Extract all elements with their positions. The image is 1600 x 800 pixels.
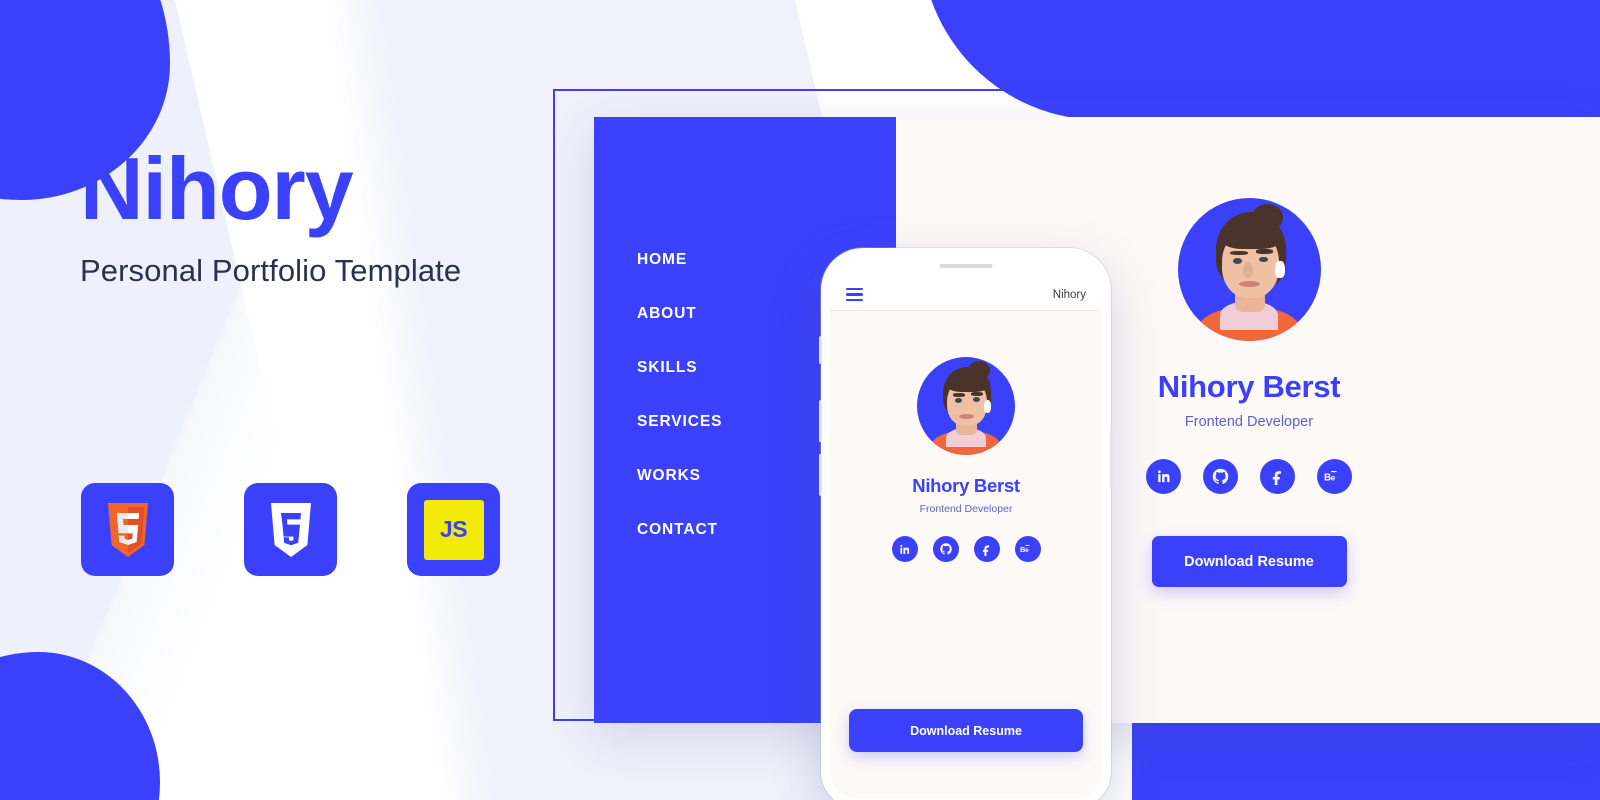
phone-screen: Nihory Nihory Berst Frontend Developer B… xyxy=(830,257,1102,799)
phone-notch xyxy=(898,257,1034,282)
tech-badge-row: JS xyxy=(81,483,500,576)
page-subtitle: Personal Portfolio Template xyxy=(80,253,462,288)
band-bottom-right xyxy=(1132,723,1600,800)
css3-badge xyxy=(244,483,337,576)
svg-text:e: e xyxy=(1331,472,1336,482)
facebook-icon[interactable] xyxy=(973,536,1000,562)
linkedin-icon[interactable] xyxy=(891,536,918,562)
avatar xyxy=(1177,198,1321,341)
behance-icon[interactable]: B e xyxy=(1317,459,1352,494)
github-icon[interactable] xyxy=(1203,459,1238,494)
phone-brand-label: Nihory xyxy=(1052,289,1086,301)
phone-power-button[interactable] xyxy=(1110,426,1113,488)
phone-mockup: Nihory Nihory Berst Frontend Developer B… xyxy=(819,248,1113,800)
phone-volume-down-button[interactable] xyxy=(819,454,822,496)
download-resume-button[interactable]: Download Resume xyxy=(1151,536,1347,587)
js-badge: JS xyxy=(407,483,500,576)
svg-text:e: e xyxy=(1025,547,1029,554)
poster-canvas: Nihory Personal Portfolio Template JS HO… xyxy=(0,0,1600,800)
profile-role: Frontend Developer xyxy=(1184,414,1314,430)
avatar xyxy=(917,357,1015,455)
phone-volume-up-button[interactable] xyxy=(819,400,822,442)
html5-badge xyxy=(81,483,174,576)
phone-mute-switch[interactable] xyxy=(819,336,822,364)
github-icon[interactable] xyxy=(932,536,959,562)
facebook-icon[interactable] xyxy=(1260,459,1295,494)
hero-copy: Nihory Personal Portfolio Template xyxy=(80,145,510,291)
phone-profile-block: Nihory Berst Frontend Developer B e xyxy=(830,357,1102,562)
behance-icon[interactable]: B e xyxy=(1014,536,1041,562)
page-title: Nihory xyxy=(80,139,354,238)
download-resume-button[interactable]: Download Resume xyxy=(849,709,1083,752)
social-links: B e xyxy=(1146,459,1352,494)
social-links: B e xyxy=(891,536,1041,562)
phone-speaker xyxy=(939,264,993,268)
profile-role: Frontend Developer xyxy=(919,503,1013,515)
js-badge-label: JS xyxy=(423,499,484,560)
profile-name: Nihory Berst xyxy=(912,475,1020,496)
linkedin-icon[interactable] xyxy=(1146,459,1181,494)
hamburger-icon[interactable] xyxy=(846,287,863,301)
profile-name: Nihory Berst xyxy=(1157,369,1341,404)
